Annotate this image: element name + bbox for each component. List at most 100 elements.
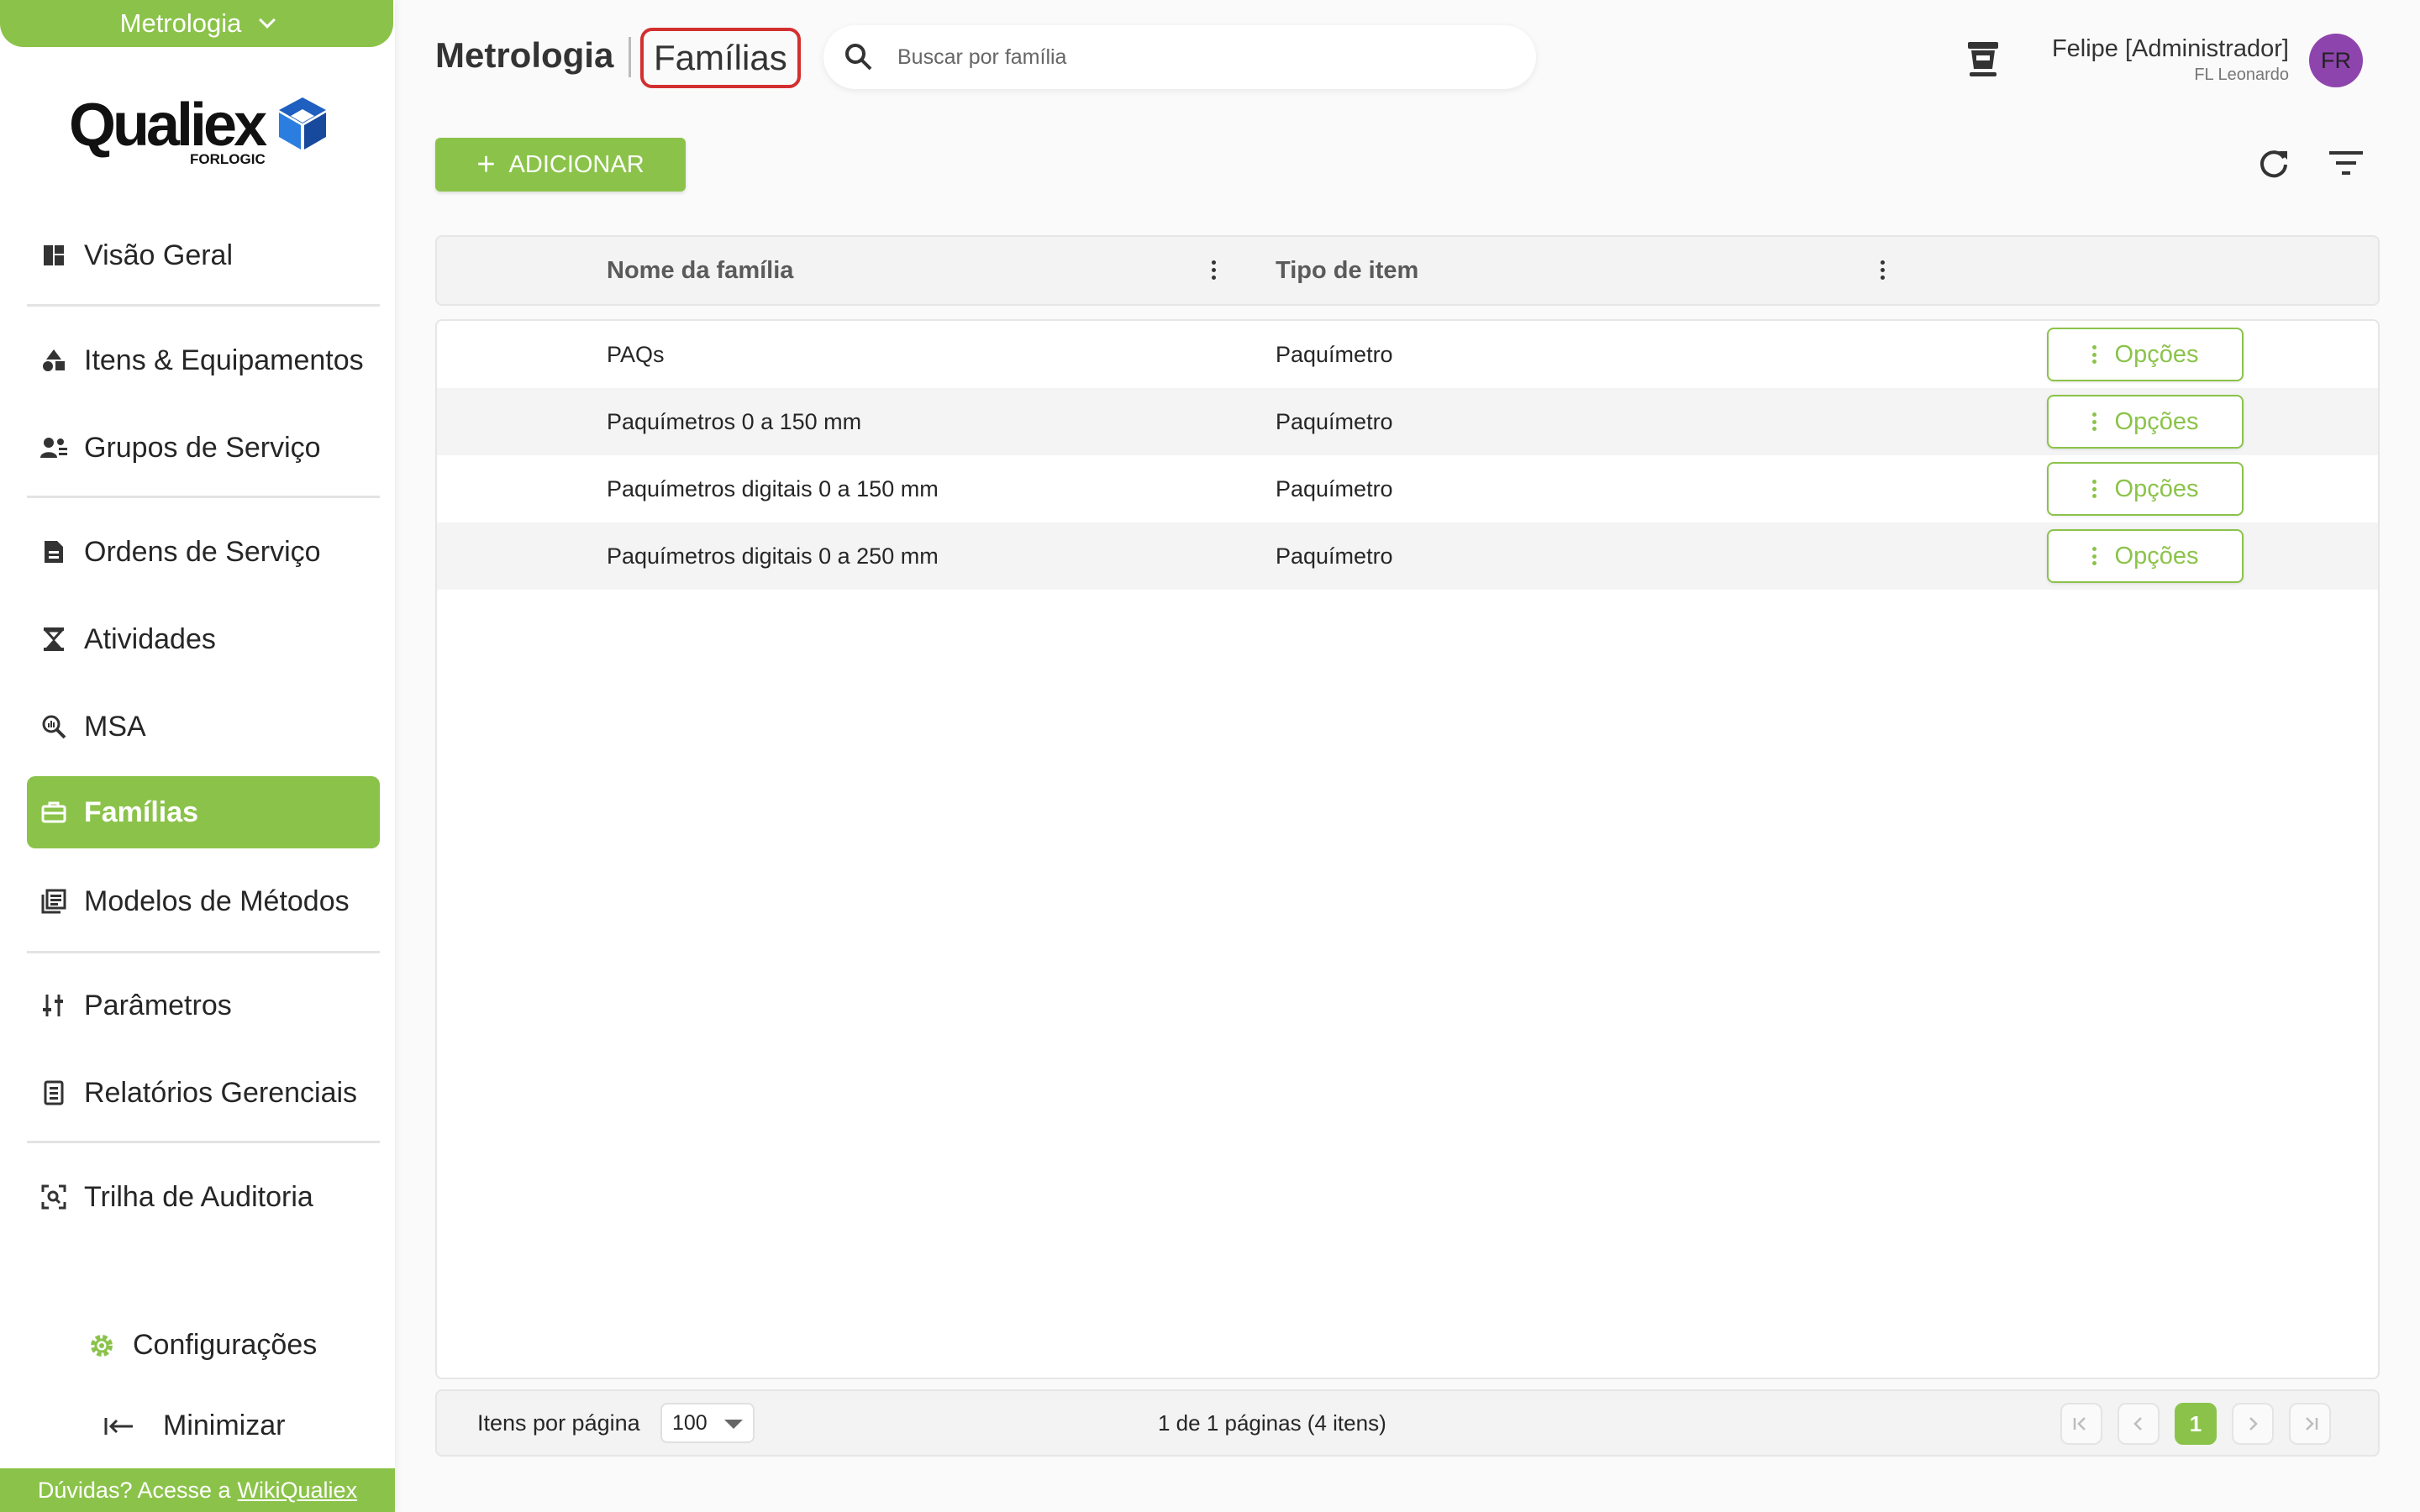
table-row[interactable]: Paquímetros digitais 0 a 150 mm Paquímet… — [437, 455, 2378, 522]
options-button[interactable]: Opções — [2047, 529, 2244, 583]
options-button[interactable]: Opções — [2047, 328, 2244, 381]
sidebar-item-label: Visão Geral — [84, 239, 234, 271]
last-page-icon — [2306, 1417, 2318, 1431]
sidebar-item-label: Ordens de Serviço — [84, 535, 321, 568]
item-type-cell: Paquímetro — [1276, 408, 1393, 434]
more-vertical-icon — [2091, 480, 2096, 498]
chevron-down-icon — [259, 12, 276, 29]
item-type-cell: Paquímetro — [1276, 543, 1393, 569]
collapse-left-icon — [104, 1417, 133, 1435]
prev-page-button[interactable] — [2118, 1403, 2160, 1445]
breadcrumb-root[interactable]: Metrologia — [435, 35, 613, 76]
logo-word: Qualiex — [69, 92, 267, 159]
minimize-label: Minimizar — [163, 1410, 286, 1441]
sidebar-item-ordens-servico[interactable]: Ordens de Serviço — [27, 516, 380, 588]
sidebar-item-label: Atividades — [84, 622, 216, 655]
sidebar-divider — [27, 496, 380, 498]
filter-icon[interactable] — [2329, 148, 2363, 178]
table-row[interactable]: PAQs Paquímetro Opções — [437, 321, 2378, 388]
more-vertical-icon — [2091, 345, 2096, 364]
minimize-button[interactable]: Minimizar — [104, 1410, 285, 1442]
add-button-label: ADICIONAR — [508, 150, 644, 178]
avatar[interactable]: FR — [2309, 34, 2363, 87]
column-header-nome[interactable]: Nome da família — [607, 237, 793, 304]
search-input[interactable] — [897, 45, 1486, 70]
sidebar-item-label: Trilha de Auditoria — [84, 1180, 313, 1213]
table-row[interactable]: Paquímetros digitais 0 a 250 mm Paquímet… — [437, 522, 2378, 590]
chevron-right-icon — [2249, 1417, 2258, 1431]
pagination-bar: Itens por página 100 1 de 1 páginas (4 i… — [435, 1389, 2380, 1457]
sidebar-item-label: MSA — [84, 710, 146, 743]
document-icon — [39, 537, 69, 567]
sidebar-item-atividades[interactable]: Atividades — [27, 603, 380, 675]
table-row[interactable]: Paquímetros 0 a 150 mm Paquímetro Opções — [437, 388, 2378, 455]
page-number-button[interactable]: 1 — [2175, 1403, 2217, 1445]
column-menu-icon[interactable] — [1212, 260, 1217, 281]
items-per-page-select[interactable]: 100 — [660, 1403, 755, 1443]
column-header-tipo[interactable]: Tipo de item — [1276, 237, 1418, 304]
gear-icon — [91, 1334, 113, 1357]
shapes-icon — [39, 345, 69, 375]
first-page-icon — [2073, 1417, 2086, 1431]
items-per-page-value: 100 — [672, 1410, 708, 1435]
item-type-cell: Paquímetro — [1276, 341, 1393, 367]
dashboard-icon — [39, 240, 69, 270]
table-body: PAQs Paquímetro Opções Paquímetros 0 a 1… — [435, 319, 2380, 1379]
library-icon — [39, 886, 69, 916]
family-name-cell: Paquímetros digitais 0 a 150 mm — [607, 475, 939, 501]
options-label: Opções — [2114, 407, 2199, 435]
audit-scan-icon — [39, 1182, 69, 1212]
more-vertical-icon — [2091, 547, 2096, 565]
options-button[interactable]: Opções — [2047, 395, 2244, 449]
sidebar-item-familias[interactable]: Famílias — [27, 776, 380, 848]
add-button[interactable]: + ADICIONAR — [435, 138, 686, 192]
chevron-left-icon — [2133, 1417, 2142, 1431]
more-vertical-icon — [2091, 412, 2096, 431]
sidebar-item-visao-geral[interactable]: Visão Geral — [27, 219, 380, 291]
family-name-cell: Paquímetros digitais 0 a 250 mm — [607, 543, 939, 569]
sidebar-item-label: Modelos de Métodos — [84, 885, 350, 917]
sidebar-divider — [27, 304, 380, 307]
breadcrumb-separator — [629, 37, 631, 77]
toolbox-icon — [39, 797, 69, 827]
config-label: Configurações — [133, 1329, 318, 1361]
sidebar-item-modelos-metodos[interactable]: Modelos de Métodos — [27, 865, 380, 937]
sidebar-divider — [27, 1141, 380, 1143]
family-name-cell: Paquímetros 0 a 150 mm — [607, 408, 862, 434]
sidebar-item-label: Itens & Equipamentos — [84, 344, 364, 376]
refresh-icon[interactable] — [2257, 146, 2291, 180]
sidebar-item-trilha-auditoria[interactable]: Trilha de Auditoria — [27, 1161, 380, 1233]
wiki-link[interactable]: WikiQualiex — [238, 1478, 358, 1504]
sidebar-item-label: Grupos de Serviço — [84, 431, 321, 464]
next-page-button[interactable] — [2232, 1403, 2274, 1445]
sliders-icon — [39, 990, 69, 1021]
module-label: Metrologia — [119, 8, 242, 38]
first-page-button[interactable] — [2060, 1403, 2102, 1445]
module-selector[interactable]: Metrologia — [0, 0, 393, 47]
options-button[interactable]: Opções — [2047, 462, 2244, 516]
sidebar-item-relatorios[interactable]: Relatórios Gerenciais — [27, 1057, 380, 1129]
last-page-button[interactable] — [2289, 1403, 2331, 1445]
sidebar-item-grupos-servico[interactable]: Grupos de Serviço — [27, 412, 380, 484]
options-label: Opções — [2114, 542, 2199, 570]
zoom-analysis-icon — [39, 711, 69, 742]
user-name[interactable]: Felipe [Administrador] — [2052, 35, 2289, 63]
coffee-cup-icon[interactable] — [1965, 40, 2002, 81]
sidebar-item-label: Parâmetros — [84, 989, 232, 1021]
sidebar-divider — [27, 951, 380, 953]
help-bar: Dúvidas? Acesse a WikiQualiex — [0, 1468, 395, 1512]
qualiex-logo: Qualiex FORLOGIC — [69, 91, 329, 171]
config-link[interactable]: Configurações — [87, 1329, 317, 1362]
sidebar-item-label: Relatórios Gerenciais — [84, 1076, 358, 1109]
table-header: Nome da família Tipo de item — [435, 235, 2380, 306]
sidebar-item-parametros[interactable]: Parâmetros — [27, 969, 380, 1042]
sidebar-item-msa[interactable]: MSA — [27, 690, 380, 763]
column-menu-icon[interactable] — [1881, 260, 1886, 281]
group-icon — [39, 433, 69, 463]
help-text: Dúvidas? Acesse a — [37, 1477, 231, 1503]
search-bar[interactable] — [823, 25, 1536, 89]
breadcrumb-current: Famílias — [640, 28, 801, 88]
dropdown-arrow-icon — [724, 1420, 743, 1429]
sidebar-item-itens-equipamentos[interactable]: Itens & Equipamentos — [27, 324, 380, 396]
items-per-page-label: Itens por página — [477, 1410, 640, 1436]
